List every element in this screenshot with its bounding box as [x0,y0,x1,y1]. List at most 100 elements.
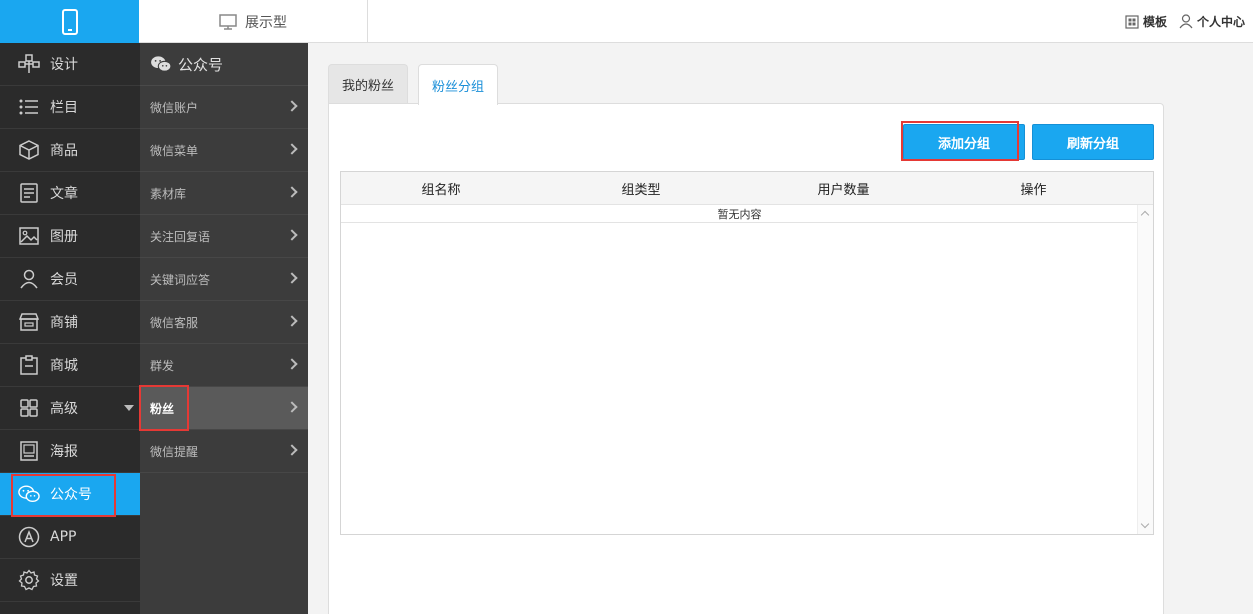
nav-item-mall[interactable]: 商城 [0,344,140,387]
chevron-right-icon [286,272,298,284]
chevron-right-icon [286,358,298,370]
main-content: 我的粉丝 粉丝分组 添加分组 刷新分组 组名称 组类型 用户数量 操作 暂无内容 [308,44,1253,614]
subnav-item-follow-reply[interactable]: 关注回复语 [140,215,308,258]
user-icon [18,268,40,290]
chevron-right-icon [286,401,298,413]
refresh-groups-button[interactable]: 刷新分组 [1032,124,1154,160]
subnav-item-mass-send[interactable]: 群发 [140,344,308,387]
tab-fan-groups[interactable]: 粉丝分组 [418,64,498,105]
design-icon [18,53,40,75]
gear-icon [18,569,40,591]
monitor-icon [219,13,237,30]
nav-item-label: 设置 [50,573,78,589]
nav-item-label: APP [50,529,77,545]
nav-item-column[interactable]: 栏目 [0,86,140,129]
nav-item-member[interactable]: 会员 [0,258,140,301]
box-icon [18,139,40,161]
add-group-button[interactable]: 添加分组 [903,124,1025,160]
document-icon [18,182,40,204]
table-header: 组名称 组类型 用户数量 操作 [341,172,1153,205]
subnav-title: 公众号 [178,55,224,74]
nav-item-label: 海报 [50,444,78,460]
chevron-right-icon [286,444,298,456]
nav-item-label: 公众号 [50,487,92,503]
tab-my-fans[interactable]: 我的粉丝 [328,64,408,104]
poster-icon [18,440,40,462]
chevron-right-icon [286,100,298,112]
subnav-item-customer-service[interactable]: 微信客服 [140,301,308,344]
nav-item-label: 会员 [50,272,78,288]
user-center-link[interactable]: 个人中心 [1179,13,1245,30]
user-center-label: 个人中心 [1196,15,1245,29]
subnav-item-label: 微信客服 [150,315,199,330]
nav-item-label: 高级 [50,401,78,417]
phone-icon [61,8,78,35]
top-right-menu: 模板 个人中心 [1125,0,1245,43]
subnav-item-keyword-reply[interactable]: 关键词应答 [140,258,308,301]
column-header-actions[interactable]: 操作 [946,172,1121,205]
chevron-right-icon [286,315,298,327]
app-icon [18,526,40,548]
nav-item-design[interactable]: 设计 [0,43,140,86]
column-header-group-name[interactable]: 组名称 [341,172,541,205]
grid-icon [18,397,40,419]
subnav-item-label: 关键词应答 [150,272,211,287]
column-header-user-count[interactable]: 用户数量 [741,172,946,205]
nav-item-label: 设计 [50,57,78,73]
nav-item-product[interactable]: 商品 [0,129,140,172]
template-link[interactable]: 模板 [1125,13,1167,30]
subnav-item-label: 群发 [150,358,175,373]
image-icon [18,225,40,247]
template-label: 模板 [1142,15,1167,29]
tab-label: 我的粉丝 [341,79,394,94]
nav-item-article[interactable]: 文章 [0,172,140,215]
column-header-group-type[interactable]: 组类型 [541,172,741,205]
table-scrollbar[interactable] [1137,205,1153,534]
subnav-item-wechat-account[interactable]: 微信账户 [140,86,308,129]
nav-item-wechat[interactable]: 公众号 [0,473,140,516]
template-icon [1125,14,1139,29]
user-icon [1179,14,1193,29]
nav-item-label: 商铺 [50,315,78,331]
main-sidebar: 设计 栏目 商品 文章 图册 会员 商铺 商城 高级 海报 公众号 APP 设置 [0,43,140,614]
top-bar: 展示型 模板 个人中心 [0,0,1253,43]
subnav-item-wechat-reminder[interactable]: 微信提醒 [140,430,308,473]
chevron-right-icon [286,229,298,241]
tab-label: 粉丝分组 [431,79,484,95]
nav-item-poster[interactable]: 海报 [0,430,140,473]
nav-item-label: 图册 [50,229,78,245]
chevron-right-icon [286,143,298,155]
subnav-item-label: 微信提醒 [150,444,199,459]
nav-item-settings[interactable]: 设置 [0,559,140,602]
subnav-item-material-library[interactable]: 素材库 [140,172,308,215]
subnav-item-label: 关注回复语 [150,229,211,244]
fan-groups-panel: 添加分组 刷新分组 组名称 组类型 用户数量 操作 暂无内容 [328,103,1164,614]
wechat-subnav: 公众号 微信账户 微信菜单 素材库 关注回复语 关键词应答 微信客服 群发 粉丝… [140,43,308,614]
nav-item-shop[interactable]: 商铺 [0,301,140,344]
nav-item-advanced[interactable]: 高级 [0,387,140,430]
wechat-icon [18,483,40,505]
subnav-item-fans[interactable]: 粉丝 [140,387,308,430]
nav-item-label: 商城 [50,358,78,374]
display-view-label: 展示型 [245,14,287,31]
nav-item-label: 文章 [50,186,78,202]
nav-item-app[interactable]: APP [0,516,140,559]
empty-table-message: 暂无内容 [341,205,1138,223]
wechat-icon [151,56,172,72]
subnav-item-label: 微信账户 [150,100,199,115]
scroll-down-icon[interactable] [1140,519,1150,529]
list-icon [18,96,40,118]
chevron-right-icon [286,186,298,198]
display-view-tab[interactable]: 展示型 [139,0,368,43]
subnav-item-wechat-menu[interactable]: 微信菜单 [140,129,308,172]
subnav-item-label: 粉丝 [150,401,175,416]
clipboard-icon [18,354,40,376]
store-icon [18,311,40,333]
scroll-up-icon[interactable] [1140,210,1150,220]
nav-item-label: 商品 [50,143,78,159]
mobile-view-button[interactable] [0,0,139,43]
subnav-item-label: 素材库 [150,186,187,201]
nav-item-album[interactable]: 图册 [0,215,140,258]
subnav-header: 公众号 [140,43,308,86]
fan-groups-table: 组名称 组类型 用户数量 操作 暂无内容 [340,171,1154,535]
